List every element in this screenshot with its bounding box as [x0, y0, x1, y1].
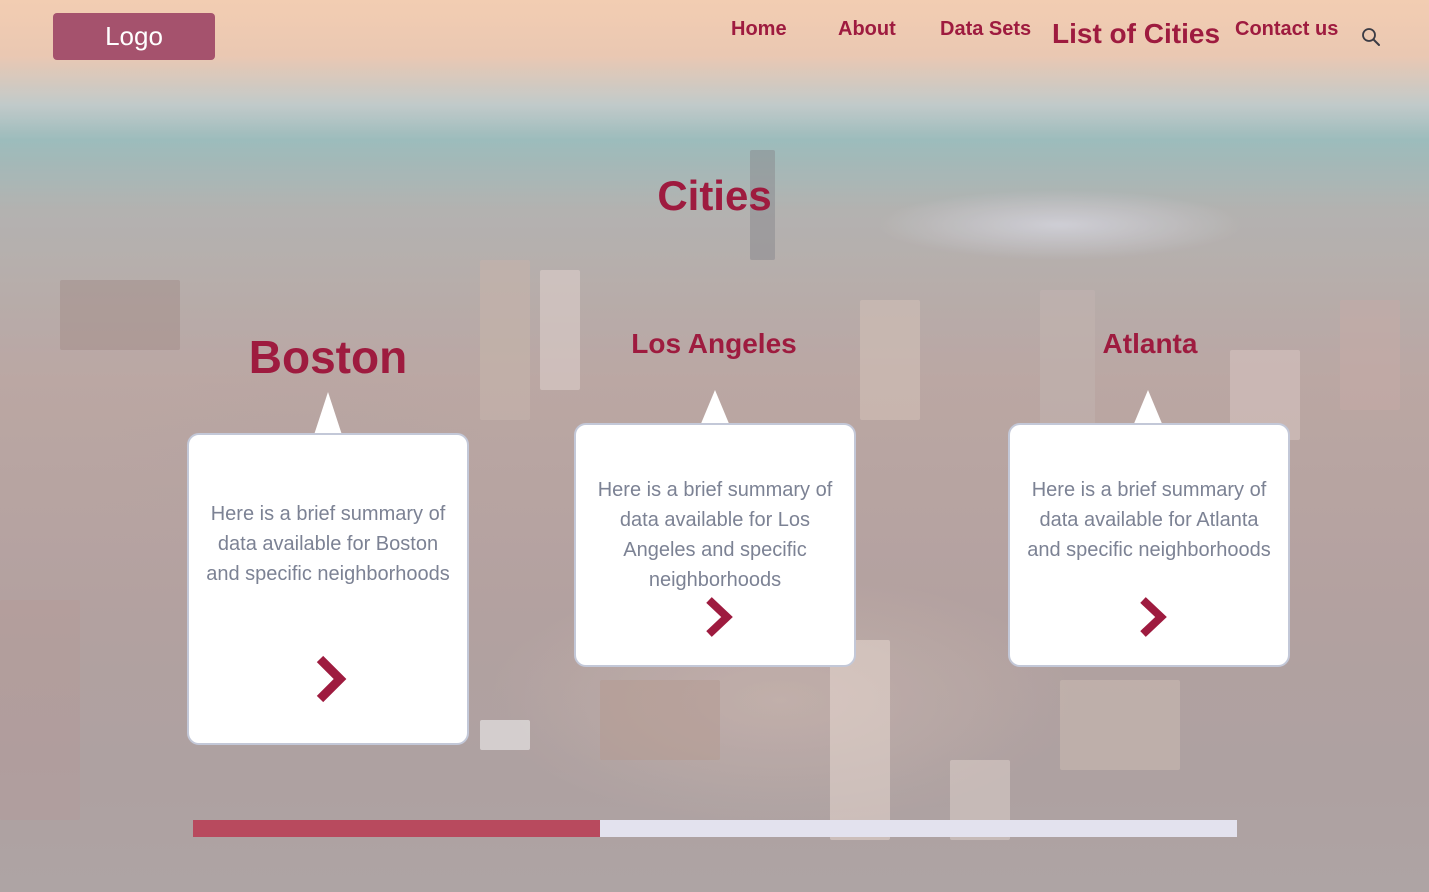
nav-data-sets[interactable]: Data Sets: [940, 18, 1031, 41]
city-title-boston: Boston: [248, 331, 408, 383]
card-pointer: [313, 392, 343, 438]
nav-list-of-cities[interactable]: List of Cities: [1052, 18, 1220, 50]
chevron-right-icon[interactable]: [703, 597, 733, 637]
carousel-progress-fill: [193, 820, 601, 837]
city-title-los-angeles: Los Angeles: [631, 328, 797, 359]
city-card-los-angeles[interactable]: Here is a brief summary of data availabl…: [574, 423, 856, 667]
city-card-atlanta[interactable]: Here is a brief summary of data availabl…: [1008, 423, 1290, 667]
search-icon[interactable]: [1361, 27, 1381, 47]
city-summary: Here is a brief summary of data availabl…: [1027, 479, 1271, 561]
logo[interactable]: Logo: [53, 13, 215, 60]
city-summary: Here is a brief summary of data availabl…: [597, 479, 833, 591]
nav-about[interactable]: About: [838, 18, 896, 41]
chevron-right-icon[interactable]: [1137, 597, 1167, 637]
carousel-progress-bar[interactable]: [193, 820, 1237, 837]
city-summary: Here is a brief summary of data availabl…: [206, 503, 450, 585]
chevron-right-icon[interactable]: [313, 655, 347, 703]
nav-contact-us[interactable]: Contact us: [1235, 18, 1338, 41]
card-pointer: [700, 390, 730, 426]
nav-home[interactable]: Home: [731, 18, 787, 41]
city-title-atlanta: Atlanta: [1102, 328, 1198, 359]
page-title: Cities: [657, 172, 772, 219]
city-card-boston[interactable]: Here is a brief summary of data availabl…: [187, 433, 469, 745]
card-pointer: [1133, 390, 1163, 426]
